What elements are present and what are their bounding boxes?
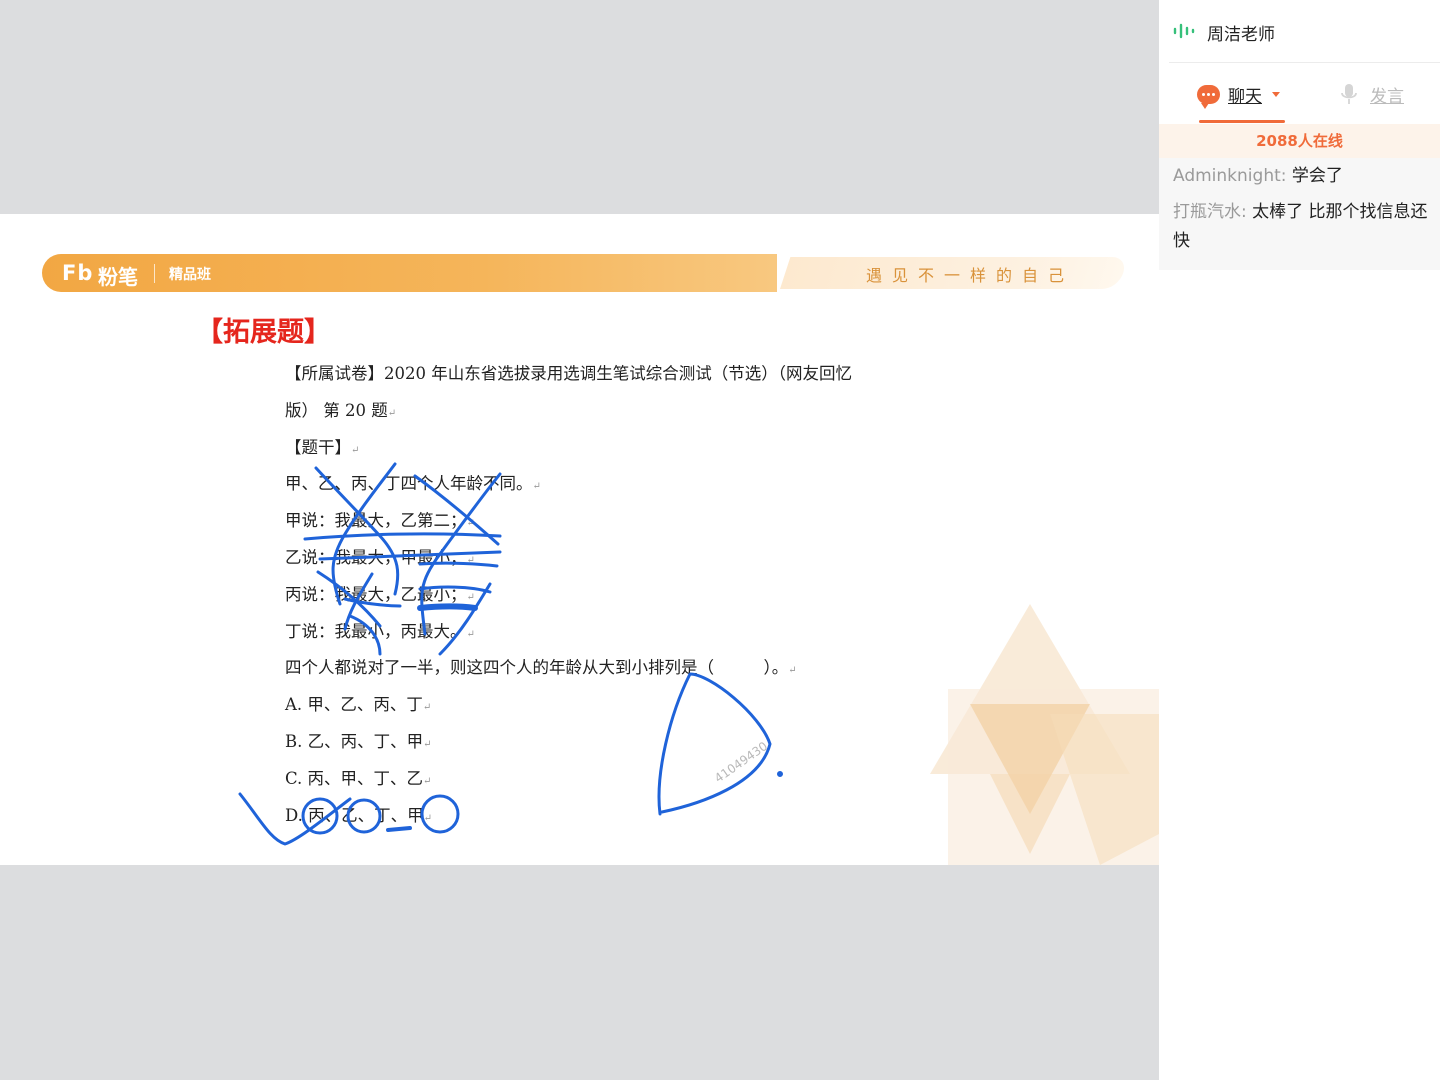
class-tag: 精品班 (169, 267, 211, 283)
banner-orange-strip (42, 254, 777, 292)
chat-message: 打瓶汽水: 太棒了 比那个找信息还快 (1173, 198, 1428, 256)
option-c: C. 丙、甲、丁、乙↵ (285, 768, 432, 788)
chat-bubble-icon (1197, 84, 1220, 109)
chat-message: Adminknight: 学会了 (1173, 162, 1428, 191)
stem-label: 【题干】↵ (285, 437, 360, 457)
online-count: 2088人在线 (1159, 124, 1440, 158)
tab-speak[interactable]: 发言 (1340, 82, 1404, 107)
header-divider (1169, 62, 1440, 63)
lecture-slide: Fb 粉笔 精品班 遇见不一样的自己 【拓展题】 【所属试卷】2020 年山东省… (0, 214, 1159, 865)
slogan: 遇见不一样的自己 (865, 266, 1074, 285)
teacher-header: 周洁老师 (1159, 0, 1440, 62)
statement-bing: 丙说：我最大，乙最小；↵ (285, 584, 475, 604)
chat-message-list: Adminknight: 学会了 打瓶汽水: 太棒了 比那个找信息还快 (1159, 158, 1440, 270)
microphone-icon (1341, 84, 1357, 104)
chevron-down-icon[interactable] (1272, 91, 1280, 97)
source-line-2: 版） 第 20 题↵ (285, 400, 397, 420)
chat-username: 打瓶汽水: (1173, 202, 1247, 222)
question-document: 【所属试卷】2020 年山东省选拔录用选调生笔试综合测试（节选）（网友回忆 版）… (285, 361, 945, 839)
statement-ding: 丁说：我最小，丙最大。↵ (285, 621, 475, 641)
banner-divider (154, 264, 155, 283)
chat-text: 学会了 (1286, 166, 1343, 186)
teacher-name: 周洁老师 (1207, 25, 1275, 45)
section-title: 【拓展题】 (196, 317, 331, 348)
tab-chat-label: 聊天 (1228, 86, 1262, 107)
question-text: 四个人都说对了一半，则这四个人的年龄从大到小排列是（ ）。↵ (285, 658, 797, 678)
brand-emblem-icon (930, 604, 1159, 865)
option-d: D. 丙、乙、丁、甲↵ (285, 805, 433, 825)
slide-banner: Fb 粉笔 精品班 遇见不一样的自己 (42, 254, 1129, 292)
tab-chat[interactable]: 聊天 (1197, 82, 1280, 109)
tab-speak-label: 发言 (1370, 86, 1404, 107)
option-a: A. 甲、乙、丙、丁↵ (285, 695, 432, 715)
brand-logo: Fb (62, 261, 94, 285)
brand-name: 粉笔 (98, 265, 138, 289)
video-stage: Fb 粉笔 精品班 遇见不一样的自己 【拓展题】 【所属试卷】2020 年山东省… (0, 0, 1159, 1080)
option-b: B. 乙、丙、丁、甲↵ (285, 731, 432, 751)
chat-username: Adminknight: (1173, 166, 1287, 186)
source-line-1: 【所属试卷】2020 年山东省选拔录用选调生笔试综合测试（节选）（网友回忆 (285, 364, 852, 383)
chat-panel: 周洁老师 聊天 发言 2088人在线 Adminknight: 学会了 打瓶汽水… (1159, 0, 1440, 1080)
stem-text: 甲、乙、丙、丁四个人年龄不同。↵ (285, 474, 541, 494)
active-tab-indicator (1199, 120, 1285, 123)
sound-wave-icon (1173, 23, 1195, 39)
statement-yi: 乙说：我最大，甲最小；↵ (285, 547, 475, 567)
statement-jia: 甲说：我最大，乙第二；↵ (285, 511, 475, 531)
